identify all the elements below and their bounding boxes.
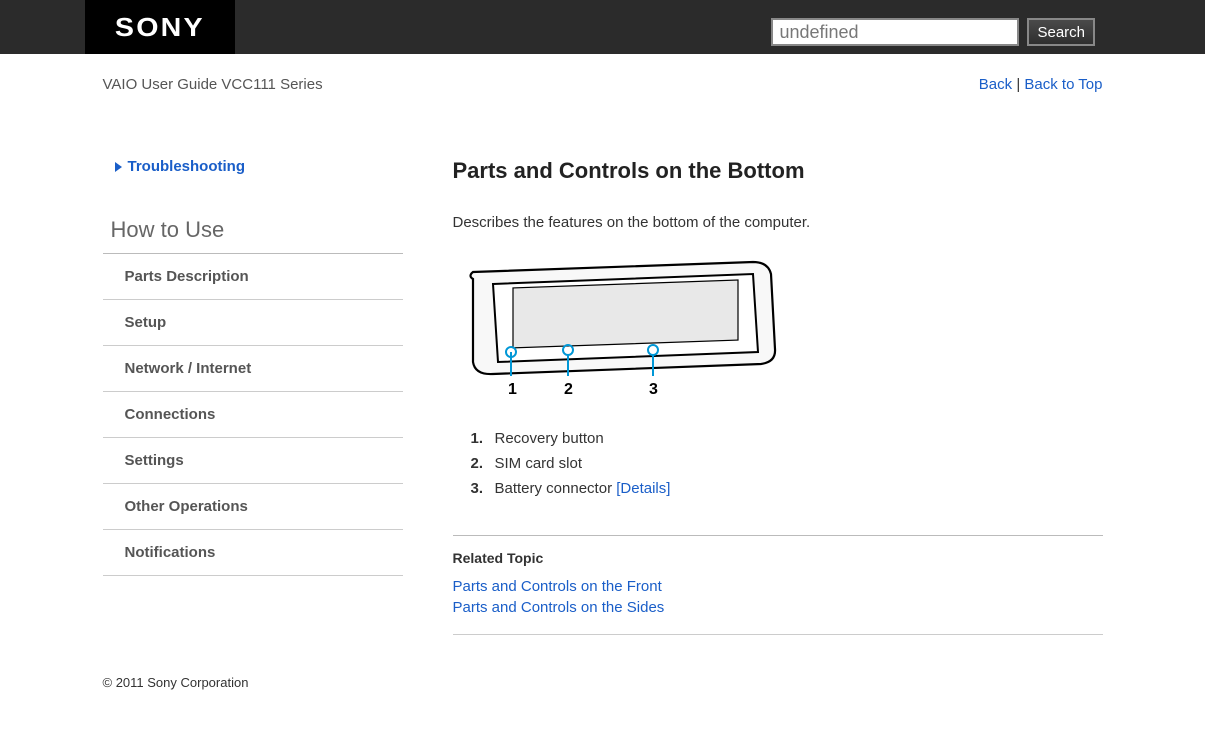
divider xyxy=(453,535,1103,536)
sony-logo: SONY xyxy=(115,12,205,43)
back-link[interactable]: Back xyxy=(979,76,1012,93)
troubleshooting-label: Troubleshooting xyxy=(128,158,246,175)
related-topic-heading: Related Topic xyxy=(453,550,1103,566)
related-item: Parts and Controls on the Front xyxy=(453,576,1103,597)
nav-item-settings[interactable]: Settings xyxy=(103,438,403,484)
laptop-bottom-illustration-icon: 1 2 3 xyxy=(453,259,783,404)
parts-list: Recovery button SIM card slot Battery co… xyxy=(453,426,1103,501)
bottom-diagram: 1 2 3 xyxy=(453,259,1103,408)
sidebar: Troubleshooting How to Use Parts Descrip… xyxy=(103,158,403,635)
part-label: Recovery button xyxy=(495,430,604,447)
intro-text: Describes the features on the bottom of … xyxy=(453,214,1103,231)
part-label: SIM card slot xyxy=(495,455,583,472)
svg-text:3: 3 xyxy=(649,381,658,398)
page-title: Parts and Controls on the Bottom xyxy=(453,158,1103,184)
nav-item-connections[interactable]: Connections xyxy=(103,392,403,438)
separator: | xyxy=(1012,76,1024,93)
logo-box: SONY xyxy=(85,0,235,54)
main-row: Troubleshooting How to Use Parts Descrip… xyxy=(103,158,1103,635)
howto-heading: How to Use xyxy=(103,217,403,254)
guide-title: VAIO User Guide VCC111 Series xyxy=(103,76,323,93)
nav-item-setup[interactable]: Setup xyxy=(103,300,403,346)
related-link-front[interactable]: Parts and Controls on the Front xyxy=(453,578,662,595)
page-container: VAIO User Guide VCC111 Series Back | Bac… xyxy=(103,54,1103,730)
details-link[interactable]: [Details] xyxy=(616,480,670,497)
parts-list-item: Recovery button xyxy=(471,426,1103,451)
troubleshooting-link[interactable]: Troubleshooting xyxy=(103,158,403,175)
part-label: Battery connector xyxy=(495,480,617,497)
related-item: Parts and Controls on the Sides xyxy=(453,597,1103,618)
search-area: Search xyxy=(771,18,1095,46)
parts-list-item: Battery connector [Details] xyxy=(471,476,1103,501)
related-list: Parts and Controls on the Front Parts an… xyxy=(453,576,1103,618)
arrow-right-icon xyxy=(115,162,122,172)
nav-list: Parts Description Setup Network / Intern… xyxy=(103,254,403,576)
back-links: Back | Back to Top xyxy=(979,76,1103,93)
nav-item-parts-description[interactable]: Parts Description xyxy=(103,254,403,300)
search-input[interactable] xyxy=(771,18,1019,46)
back-to-top-link[interactable]: Back to Top xyxy=(1024,76,1102,93)
nav-item-other-operations[interactable]: Other Operations xyxy=(103,484,403,530)
divider xyxy=(453,634,1103,635)
footer-copyright: © 2011 Sony Corporation xyxy=(103,675,1103,690)
search-button[interactable]: Search xyxy=(1027,18,1095,46)
nav-item-notifications[interactable]: Notifications xyxy=(103,530,403,576)
nav-item-network-internet[interactable]: Network / Internet xyxy=(103,346,403,392)
related-link-sides[interactable]: Parts and Controls on the Sides xyxy=(453,599,665,616)
parts-list-item: SIM card slot xyxy=(471,451,1103,476)
content: Parts and Controls on the Bottom Describ… xyxy=(453,158,1103,635)
sub-header: VAIO User Guide VCC111 Series Back | Bac… xyxy=(103,54,1103,103)
header-bar: SONY Search xyxy=(0,0,1205,54)
svg-text:1: 1 xyxy=(508,381,517,398)
svg-text:2: 2 xyxy=(564,381,573,398)
